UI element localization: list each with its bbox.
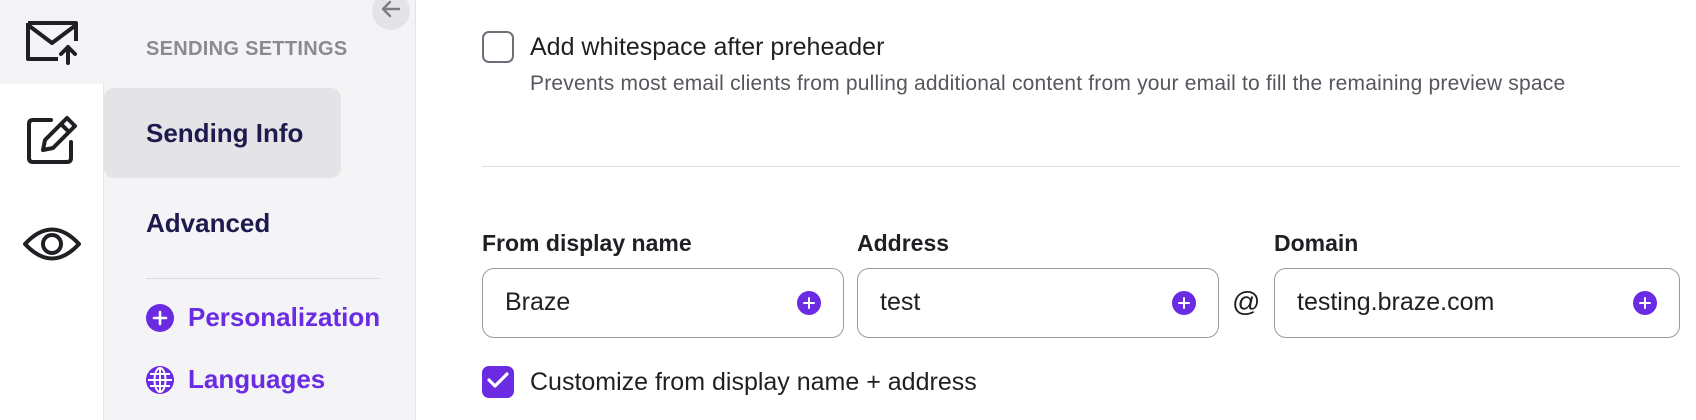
at-sign: @: [1232, 286, 1261, 317]
sidebar-link-personalization[interactable]: Personalization: [146, 302, 380, 333]
whitespace-checkbox[interactable]: [482, 31, 514, 63]
customize-checkbox[interactable]: [482, 366, 514, 398]
from-display-name-input[interactable]: [505, 269, 785, 336]
sidebar-link-label: Personalization: [188, 302, 381, 332]
address-field: [857, 268, 1219, 338]
from-display-name-field: [482, 268, 844, 338]
domain-label: Domain: [1274, 230, 1359, 256]
plus-circle-icon: [146, 303, 174, 332]
add-personalization-icon[interactable]: [1633, 291, 1657, 315]
rail-item-preview[interactable]: [0, 212, 104, 276]
sidebar-item-label: Advanced: [146, 207, 271, 238]
add-personalization-icon[interactable]: [1172, 291, 1196, 315]
globe-icon: [146, 365, 174, 394]
sidebar-link-languages[interactable]: Languages: [146, 364, 325, 395]
section-divider: [482, 166, 1680, 167]
whitespace-help-text: Prevents most email clients from pulling…: [530, 72, 1566, 95]
address-input[interactable]: [880, 269, 1160, 336]
sidebar-heading: SENDING SETTINGS: [146, 38, 348, 60]
checkmark-icon: [487, 371, 509, 394]
customize-label[interactable]: Customize from display name + address: [530, 368, 977, 397]
mail-send-icon: [24, 19, 80, 65]
sidebar-item-advanced[interactable]: Advanced: [104, 178, 341, 268]
main-content: Add whitespace after preheader Prevents …: [416, 0, 1696, 420]
sidebar-item-label: Sending Info: [146, 117, 304, 148]
rail-item-edit[interactable]: [0, 104, 104, 176]
add-personalization-icon[interactable]: [797, 291, 821, 315]
eye-icon: [22, 223, 82, 265]
settings-sidebar: SENDING SETTINGS Sending Info Advanced P…: [104, 0, 416, 420]
domain-input[interactable]: [1297, 269, 1621, 336]
icon-rail: [0, 0, 104, 420]
sidebar-link-label: Languages: [188, 364, 326, 394]
sidebar-divider: [146, 278, 380, 279]
address-label: Address: [857, 230, 950, 256]
arrow-left-icon: [380, 0, 402, 25]
app-root: SENDING SETTINGS Sending Info Advanced P…: [0, 0, 1696, 420]
rail-item-sending[interactable]: [0, 0, 104, 84]
whitespace-label[interactable]: Add whitespace after preheader: [530, 33, 884, 62]
edit-icon: [25, 114, 79, 166]
sidebar-item-sending-info[interactable]: Sending Info: [104, 88, 341, 178]
domain-field: [1274, 268, 1680, 338]
from-display-name-label: From display name: [482, 230, 692, 256]
collapse-sidebar-button[interactable]: [372, 0, 410, 30]
